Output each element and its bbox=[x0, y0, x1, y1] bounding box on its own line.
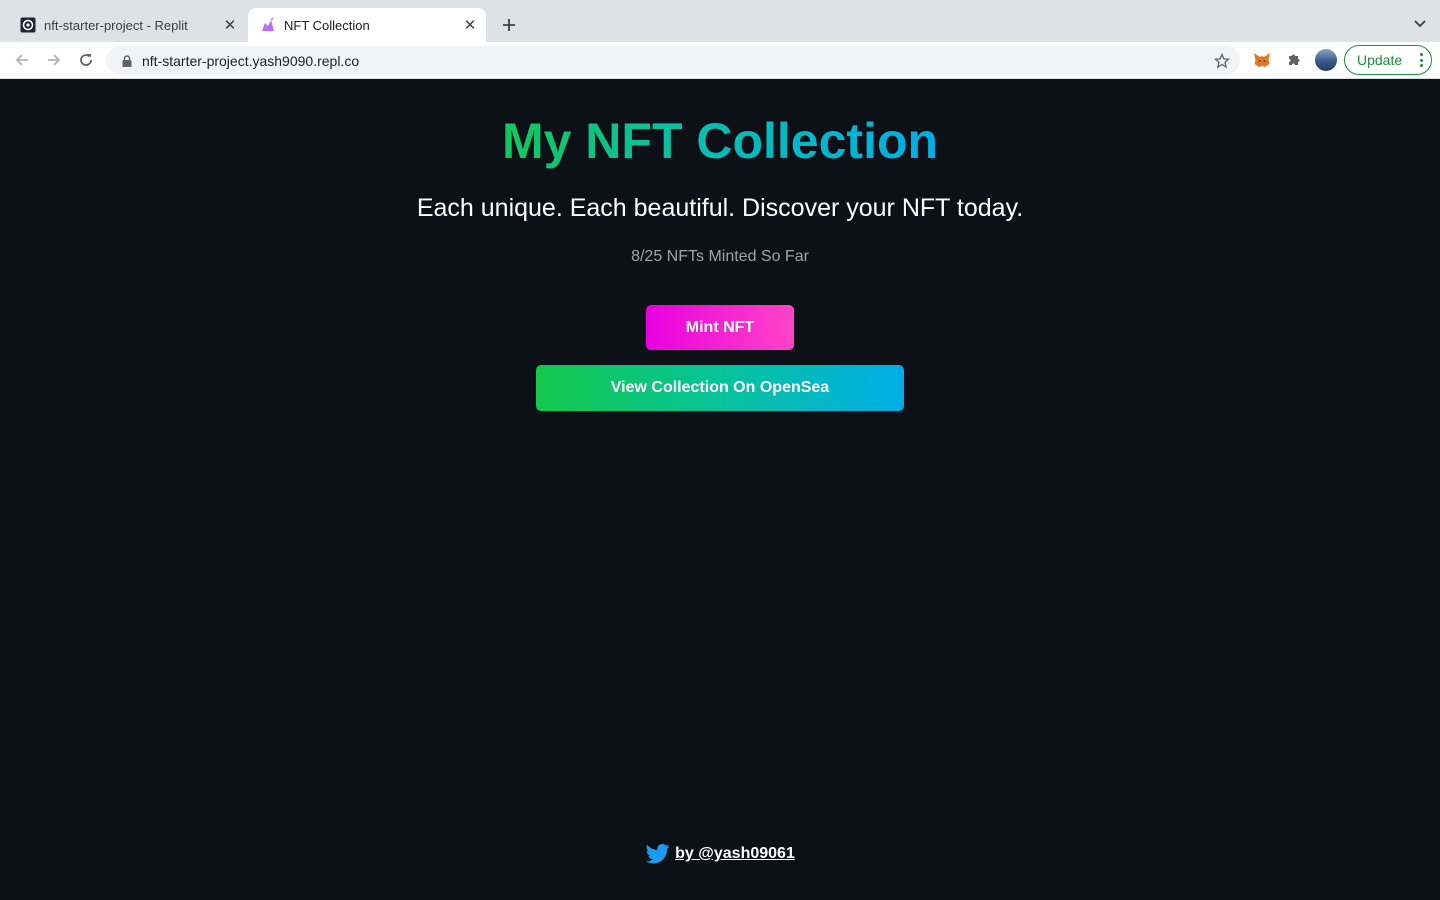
avatar[interactable] bbox=[1315, 49, 1337, 71]
page-content: My NFT Collection Each unique. Each beau… bbox=[0, 79, 1440, 900]
star-icon[interactable] bbox=[1212, 51, 1232, 71]
browser-tab-strip: nft-starter-project - Replit ✕ NFT Colle… bbox=[0, 0, 1440, 42]
tab-search-button[interactable] bbox=[1410, 14, 1430, 34]
plus-icon bbox=[503, 19, 515, 31]
lock-icon bbox=[120, 54, 134, 68]
url-text[interactable]: nft-starter-project.yash9090.repl.co bbox=[142, 53, 1212, 69]
puzzle-icon[interactable] bbox=[1283, 49, 1305, 71]
page-title-text: My NFT Collection bbox=[501, 113, 939, 169]
replit-icon bbox=[20, 17, 36, 33]
close-icon[interactable]: ✕ bbox=[460, 15, 480, 35]
page-title: My NFT Collection bbox=[0, 111, 1440, 171]
tab-replit[interactable]: nft-starter-project - Replit ✕ bbox=[8, 8, 246, 42]
back-button[interactable] bbox=[10, 48, 34, 72]
tab-title: NFT Collection bbox=[284, 17, 370, 33]
mint-nft-button[interactable]: Mint NFT bbox=[646, 305, 794, 350]
unicorn-icon bbox=[260, 17, 276, 33]
twitter-handle-link[interactable]: by @yash09061 bbox=[675, 845, 795, 863]
close-icon[interactable]: ✕ bbox=[220, 15, 240, 35]
back-arrow-icon bbox=[15, 54, 28, 66]
twitter-icon bbox=[645, 843, 671, 865]
page-subtitle: Each unique. Each beautiful. Discover yo… bbox=[416, 194, 1024, 222]
reload-button[interactable] bbox=[74, 48, 98, 72]
tab-nft-collection[interactable]: NFT Collection ✕ bbox=[248, 8, 486, 42]
new-tab-button[interactable] bbox=[496, 12, 522, 38]
more-vert-icon bbox=[1419, 53, 1423, 67]
update-button[interactable]: Update bbox=[1344, 45, 1432, 75]
view-opensea-button[interactable]: View Collection On OpenSea bbox=[536, 365, 904, 411]
update-label: Update bbox=[1357, 52, 1403, 68]
footer: by @yash09061 bbox=[0, 841, 1440, 867]
browser-toolbar: nft-starter-project.yash9090.repl.co Upd… bbox=[0, 42, 1440, 79]
minted-count: 8/25 NFTs Minted So Far bbox=[631, 248, 809, 265]
forward-button[interactable] bbox=[42, 48, 66, 72]
tab-title: nft-starter-project - Replit bbox=[44, 17, 188, 33]
chevron-down-icon bbox=[1414, 20, 1426, 28]
forward-arrow-icon bbox=[48, 54, 61, 66]
reload-icon bbox=[80, 54, 92, 66]
address-bar[interactable]: nft-starter-project.yash9090.repl.co bbox=[106, 46, 1240, 75]
metamask-fox-icon[interactable] bbox=[1251, 49, 1273, 71]
